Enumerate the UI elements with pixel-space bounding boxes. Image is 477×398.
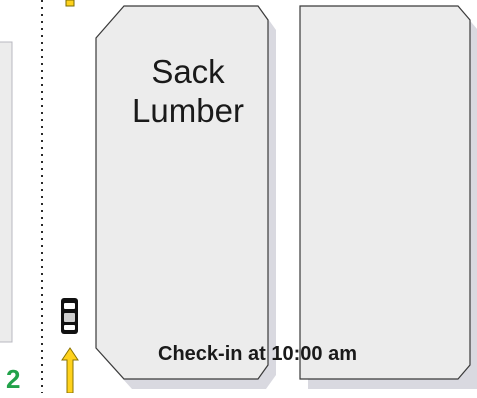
building-name-label: Sack Lumber xyxy=(128,52,248,130)
arrow-up-icon xyxy=(61,347,79,394)
building-name-line-1: Sack xyxy=(151,53,225,90)
arrow-up-icon-top xyxy=(65,0,75,7)
building-right[interactable] xyxy=(299,5,471,380)
checkin-label: Check-in at 10:00 am xyxy=(158,343,357,365)
left-zone xyxy=(0,41,13,343)
site-map: Sack Lumber Check-in at 10:00 am 2 xyxy=(0,0,477,394)
door-number: 2 xyxy=(6,364,21,394)
building-name-line-2: Lumber xyxy=(132,92,244,129)
vehicle-icon xyxy=(61,298,78,334)
